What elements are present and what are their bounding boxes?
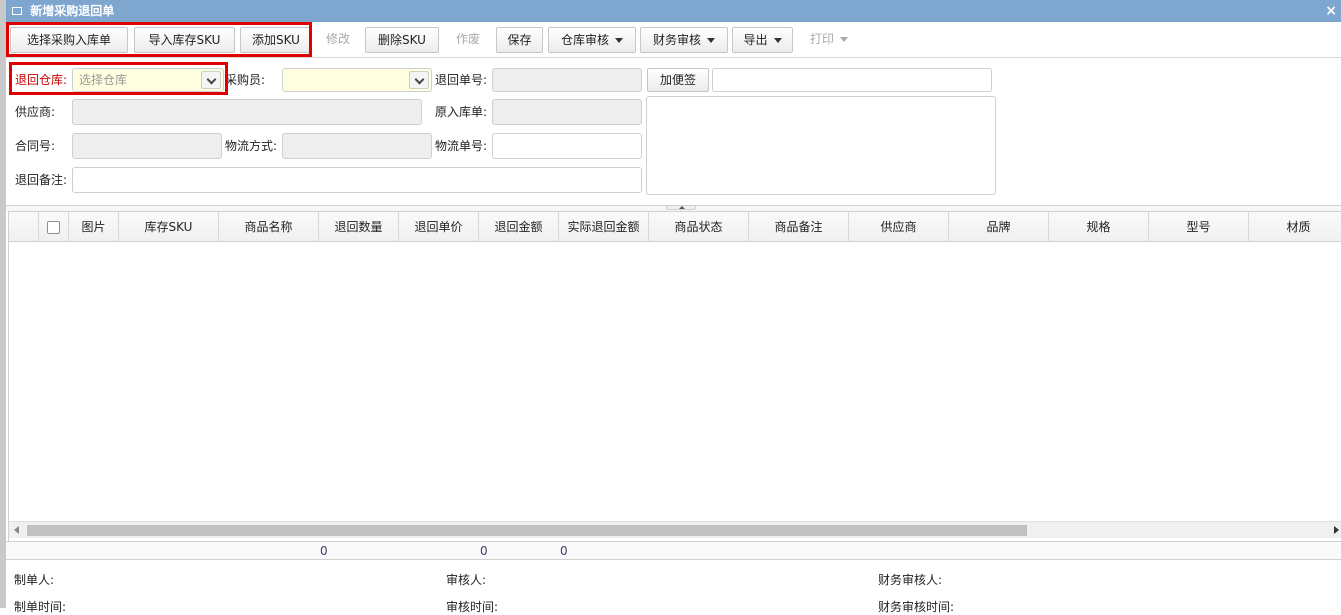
return-remark-label: 退回备注: xyxy=(15,173,68,187)
logistics-no-label: 物流单号: xyxy=(435,139,488,153)
return-no-label: 退回单号: xyxy=(435,73,488,87)
add-sku-button[interactable]: 添加SKU xyxy=(240,27,312,53)
total-actual-amount: 0 xyxy=(560,544,568,558)
supplier-field xyxy=(72,99,422,125)
total-amount: 0 xyxy=(480,544,488,558)
original-inbound-label: 原入库单: xyxy=(435,105,488,119)
contract-field xyxy=(72,133,222,159)
finance-auditor-label: 财务审核人: xyxy=(878,573,943,587)
void-button[interactable]: 作废 xyxy=(448,27,488,53)
grid-header: 图片 库存SKU 商品名称 退回数量 退回单价 退回金额 实际退回金额 商品状态… xyxy=(9,211,1341,242)
header-form: 退回仓库: 选择仓库 采购员: 退回单号: 加便签 供应商: 原入库单: 合同号… xyxy=(6,59,1341,205)
title-bar: 新增采购退回单 × xyxy=(6,0,1341,22)
col-return-amount[interactable]: 退回金额 xyxy=(479,212,559,241)
caret-down-icon xyxy=(615,38,623,43)
col-return-qty[interactable]: 退回数量 xyxy=(319,212,399,241)
col-model[interactable]: 型号 xyxy=(1149,212,1249,241)
finance-audit-button[interactable]: 财务审核 xyxy=(640,27,728,53)
logistics-method-label: 物流方式: xyxy=(225,139,278,153)
col-brand[interactable]: 品牌 xyxy=(949,212,1049,241)
col-image[interactable]: 图片 xyxy=(69,212,119,241)
finance-audit-label: 财务审核 xyxy=(652,33,701,47)
note-body-textarea[interactable] xyxy=(646,96,996,195)
return-warehouse-select[interactable]: 选择仓库 xyxy=(72,68,224,92)
row-number-header xyxy=(9,212,39,241)
make-time-label: 制单时间: xyxy=(14,600,67,614)
add-note-button[interactable]: 加便签 xyxy=(647,68,709,92)
scroll-left-icon[interactable] xyxy=(14,526,19,534)
col-supplier[interactable]: 供应商 xyxy=(849,212,949,241)
finance-audit-time-label: 财务审核时间: xyxy=(878,600,955,614)
col-sku[interactable]: 库存SKU xyxy=(119,212,219,241)
select-all-cell xyxy=(39,212,69,241)
window: 新增采购退回单 × 选择采购入库单 导入库存SKU 添加SKU 修改 删除SKU… xyxy=(0,0,1341,614)
delete-sku-button[interactable]: 删除SKU xyxy=(365,27,439,53)
return-warehouse-label: 退回仓库: xyxy=(15,73,68,87)
select-all-checkbox[interactable] xyxy=(47,221,60,234)
return-remark-input[interactable] xyxy=(72,167,642,193)
col-product-remark[interactable]: 商品备注 xyxy=(749,212,849,241)
warehouse-audit-button[interactable]: 仓库审核 xyxy=(548,27,636,53)
buyer-select[interactable] xyxy=(282,68,432,92)
return-no-field xyxy=(492,68,642,92)
scroll-thumb[interactable] xyxy=(27,525,1027,536)
caret-down-icon xyxy=(773,38,782,43)
save-button[interactable]: 保存 xyxy=(496,27,543,53)
warehouse-audit-label: 仓库审核 xyxy=(560,33,609,47)
window-icon xyxy=(12,6,22,15)
print-label: 打印 xyxy=(809,32,834,46)
collapse-arrow-icon[interactable] xyxy=(666,205,696,210)
sku-grid: 图片 库存SKU 商品名称 退回数量 退回单价 退回金额 实际退回金额 商品状态… xyxy=(8,211,1341,541)
import-sku-button[interactable]: 导入库存SKU xyxy=(134,27,235,53)
export-button[interactable]: 导出 xyxy=(732,27,793,53)
caret-down-icon xyxy=(840,37,848,42)
close-icon[interactable]: × xyxy=(1325,0,1337,22)
totals-row: 0 0 0 xyxy=(6,541,1341,560)
col-product-name[interactable]: 商品名称 xyxy=(219,212,319,241)
chevron-down-icon[interactable] xyxy=(409,71,429,89)
col-product-status[interactable]: 商品状态 xyxy=(649,212,749,241)
export-label: 导出 xyxy=(743,33,768,47)
col-return-price[interactable]: 退回单价 xyxy=(399,212,479,241)
maker-label: 制单人: xyxy=(14,573,55,587)
horizontal-scrollbar[interactable] xyxy=(9,521,1341,538)
auditor-label: 审核人: xyxy=(446,573,487,587)
contract-label: 合同号: xyxy=(15,139,56,153)
logistics-method-field xyxy=(282,133,432,159)
caret-down-icon xyxy=(707,38,715,43)
print-button[interactable]: 打印 xyxy=(802,27,856,53)
original-inbound-field xyxy=(492,99,642,125)
select-inbound-button[interactable]: 选择采购入库单 xyxy=(10,27,128,53)
toolbar: 选择采购入库单 导入库存SKU 添加SKU 修改 删除SKU 作废 保存 仓库审… xyxy=(6,22,1341,58)
audit-time-label: 审核时间: xyxy=(446,600,499,614)
scroll-right-icon[interactable] xyxy=(1334,526,1339,534)
total-qty: 0 xyxy=(320,544,328,558)
supplier-label: 供应商: xyxy=(15,105,56,119)
col-spec[interactable]: 规格 xyxy=(1049,212,1149,241)
return-warehouse-placeholder: 选择仓库 xyxy=(79,73,128,87)
window-title: 新增采购退回单 xyxy=(30,4,115,18)
logistics-no-input[interactable] xyxy=(492,133,642,159)
modify-button[interactable]: 修改 xyxy=(318,27,358,53)
col-material[interactable]: 材质 xyxy=(1249,212,1341,241)
note-title-input[interactable] xyxy=(712,68,992,92)
buyer-label: 采购员: xyxy=(225,73,266,87)
chevron-down-icon[interactable] xyxy=(201,71,221,89)
col-actual-amount[interactable]: 实际退回金额 xyxy=(559,212,649,241)
